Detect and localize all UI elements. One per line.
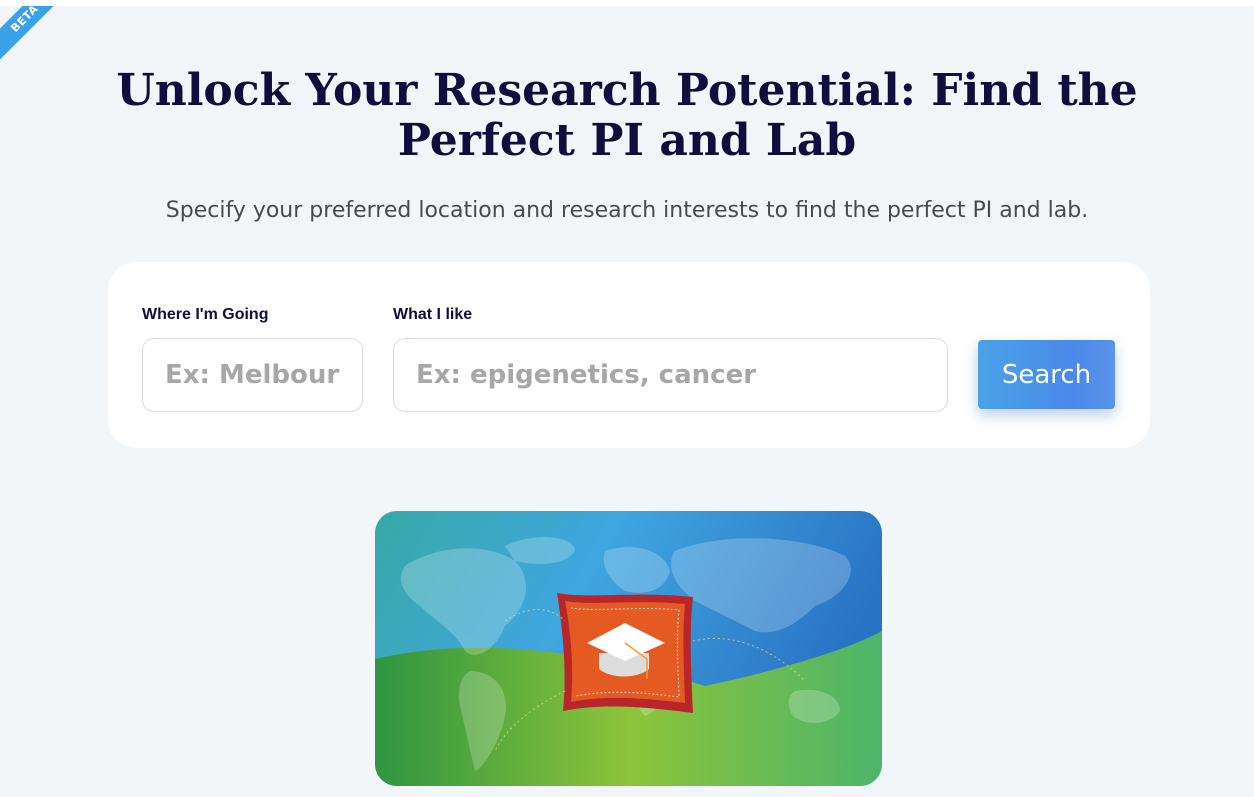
interest-input[interactable] xyxy=(393,338,948,412)
beta-badge: BETA xyxy=(0,6,79,73)
search-card: Where I'm Going What I like Search xyxy=(108,262,1150,448)
world-map-illustration xyxy=(375,511,882,786)
hero-illustration xyxy=(375,511,882,786)
location-input[interactable] xyxy=(142,338,363,412)
page: BETA Unlock Your Research Potential: Fin… xyxy=(0,6,1254,797)
page-title-line-2: Perfect PI and Lab xyxy=(397,115,857,166)
location-label: Where I'm Going xyxy=(142,306,269,323)
page-title: Unlock Your Research Potential: Find the… xyxy=(0,66,1254,166)
page-title-line-1: Unlock Your Research Potential: Find the xyxy=(116,65,1138,116)
search-button[interactable]: Search xyxy=(978,340,1115,409)
graduation-cap-flag-icon xyxy=(557,593,693,713)
interest-label: What I like xyxy=(393,306,473,323)
page-subtitle: Specify your preferred location and rese… xyxy=(165,198,1089,223)
